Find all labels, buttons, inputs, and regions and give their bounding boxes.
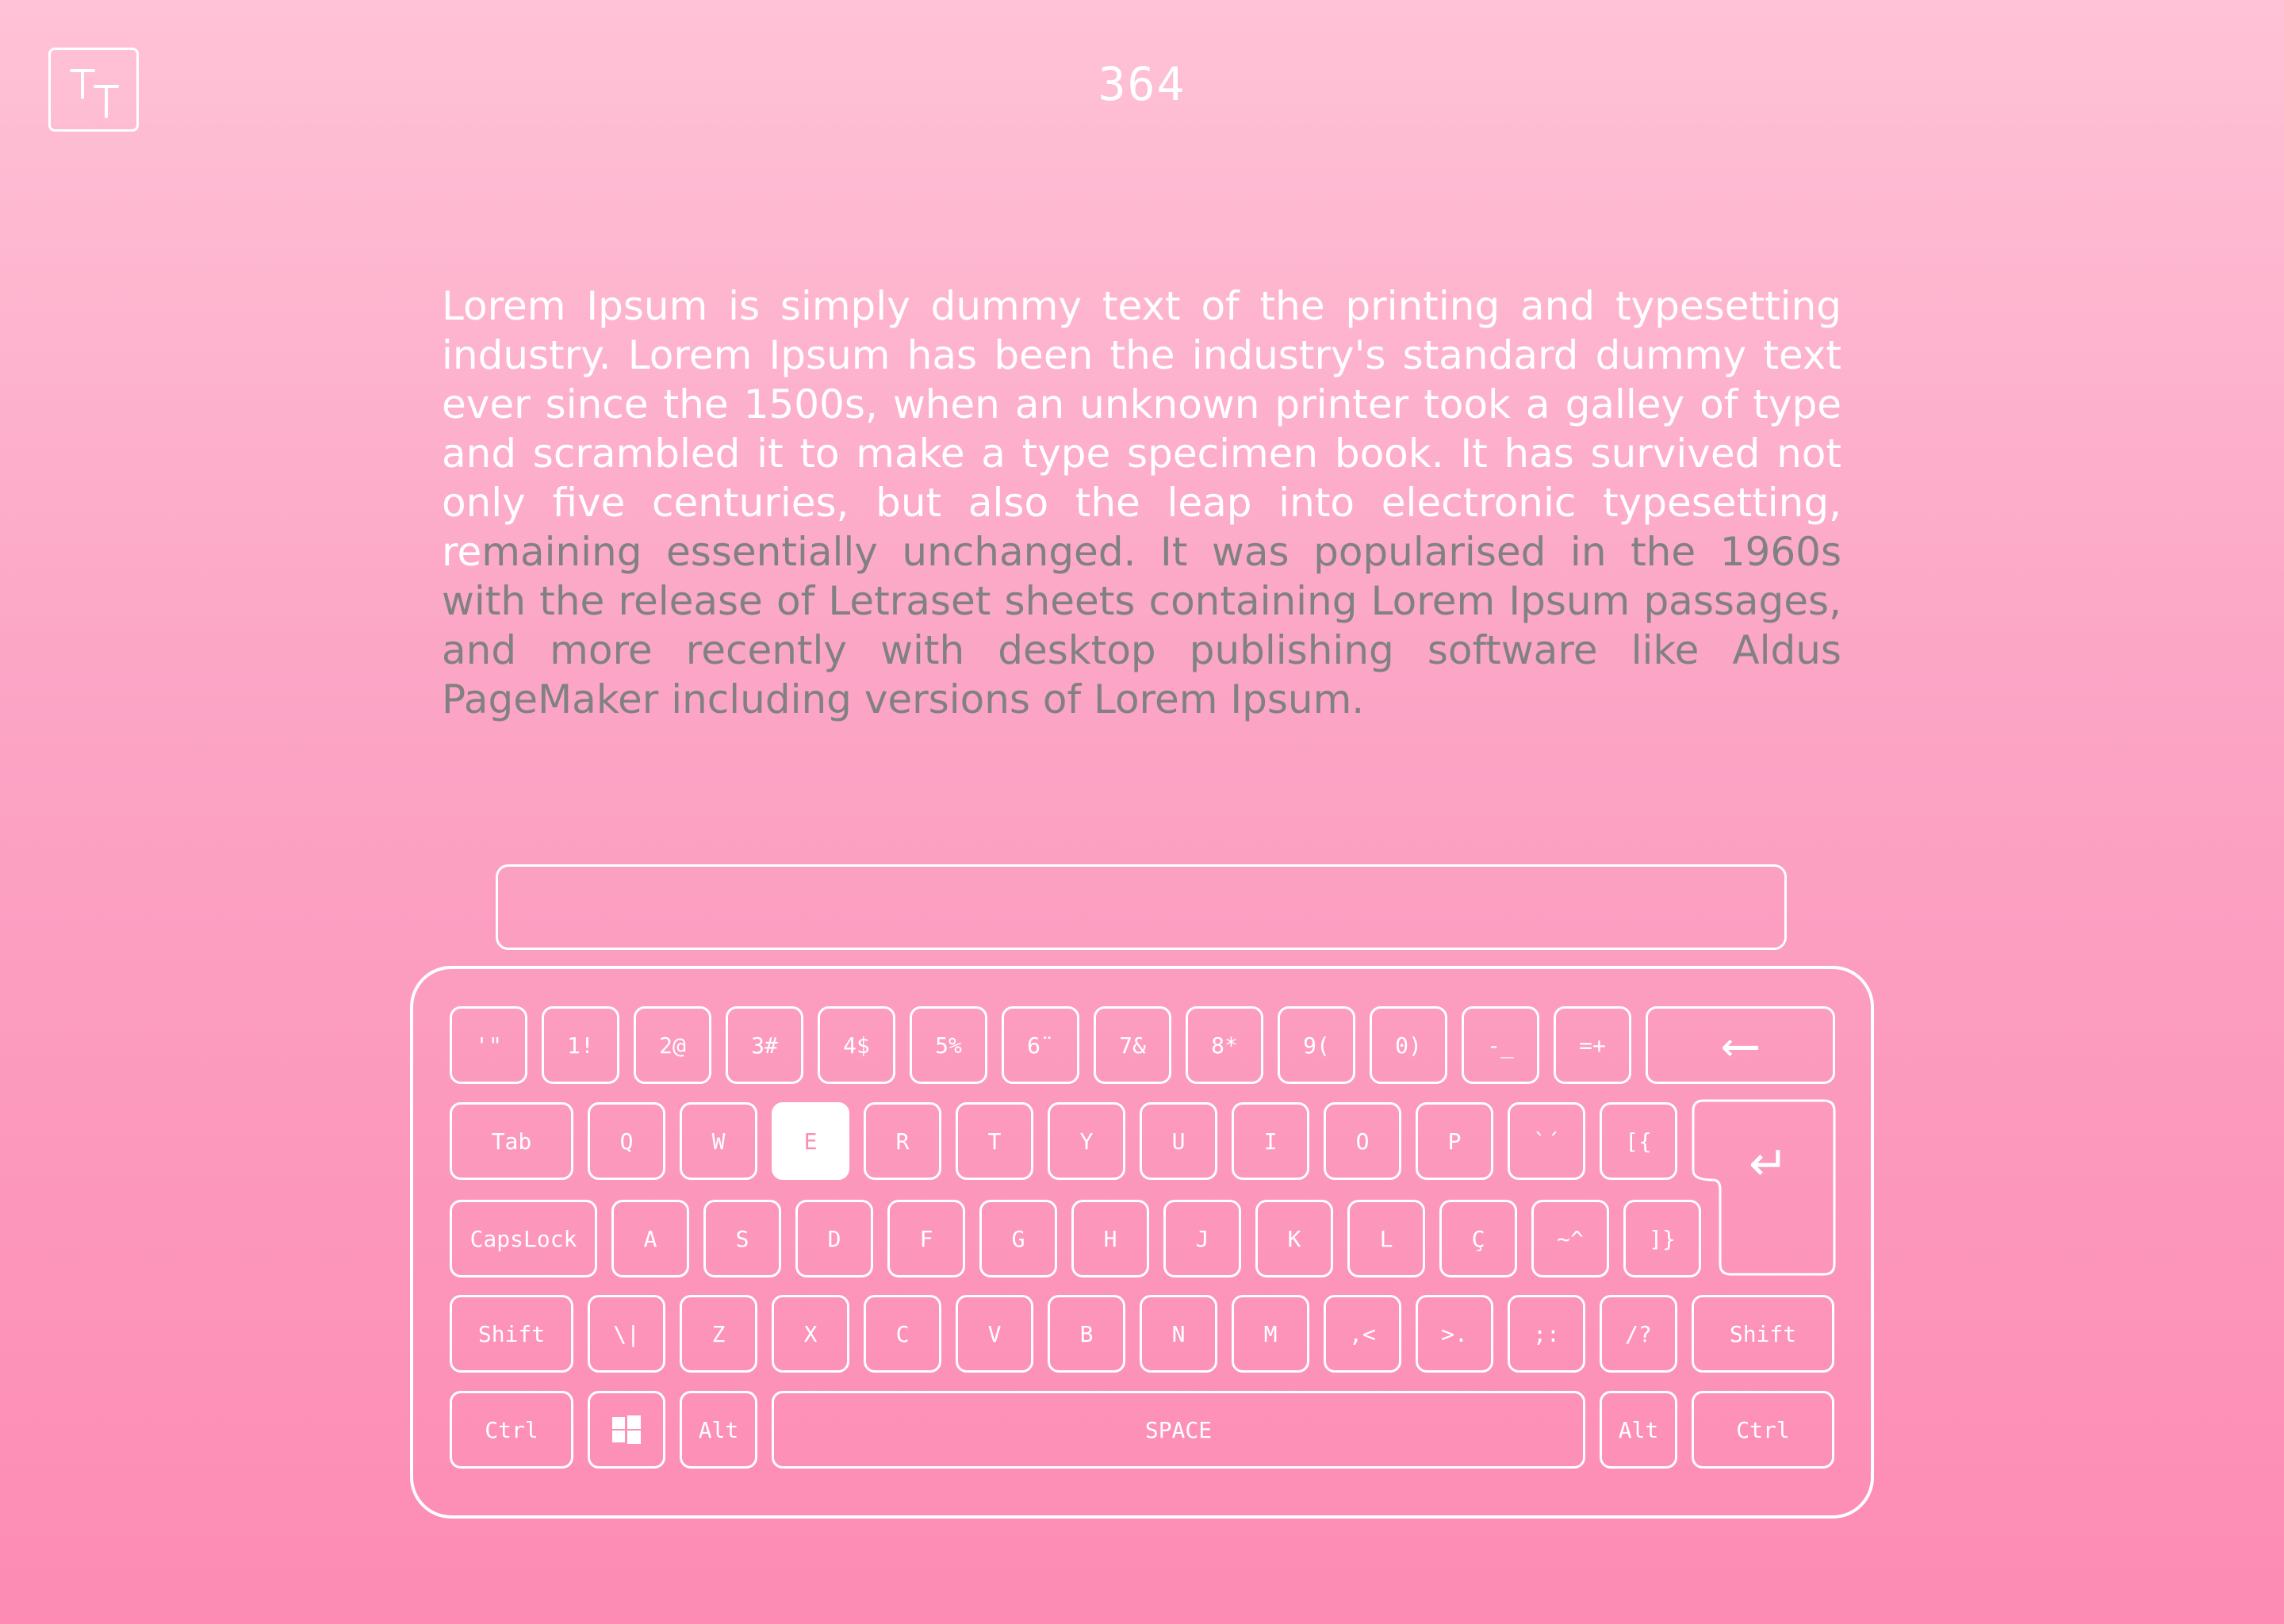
key-x[interactable]: X	[772, 1295, 849, 1373]
key-o[interactable]: O	[1324, 1102, 1401, 1180]
key-3-12[interactable]: /?	[1600, 1295, 1677, 1373]
key-0-2[interactable]: 2@	[634, 1006, 711, 1084]
alt-key[interactable]: Alt	[1600, 1391, 1677, 1469]
key-h[interactable]: H	[1071, 1200, 1149, 1277]
key-g[interactable]: G	[979, 1200, 1057, 1277]
key-0-0[interactable]: '"	[450, 1006, 527, 1084]
key-c[interactable]: C	[864, 1295, 941, 1373]
key-0-6[interactable]: 6¨	[1002, 1006, 1079, 1084]
key-0-11[interactable]: -_	[1462, 1006, 1539, 1084]
key-l[interactable]: L	[1347, 1200, 1425, 1277]
key-a[interactable]: A	[611, 1200, 689, 1277]
enter-icon: ↵	[1748, 1136, 1789, 1192]
key-0-3[interactable]: 3#	[726, 1006, 803, 1084]
space-key[interactable]: SPACE	[772, 1391, 1585, 1469]
windows-key[interactable]	[588, 1391, 665, 1469]
key-p[interactable]: P	[1416, 1102, 1493, 1180]
key-b[interactable]: B	[1048, 1295, 1125, 1373]
key-s[interactable]: S	[703, 1200, 781, 1277]
key-ç[interactable]: Ç	[1439, 1200, 1517, 1277]
shift-key[interactable]: Shift	[450, 1295, 573, 1373]
remaining-text: maining essentially unchanged. It was po…	[442, 529, 1841, 722]
key-2-11[interactable]: ~^	[1531, 1200, 1609, 1277]
ctrl-key[interactable]: Ctrl	[1692, 1391, 1834, 1469]
windows-icon	[612, 1415, 641, 1444]
key-0-5[interactable]: 5%	[910, 1006, 987, 1084]
shift-key[interactable]: Shift	[1692, 1295, 1834, 1373]
key-t[interactable]: T	[956, 1102, 1033, 1180]
key-3-9[interactable]: ,<	[1324, 1295, 1401, 1373]
key-0-1[interactable]: 1!	[542, 1006, 619, 1084]
key-0-4[interactable]: 4$	[818, 1006, 895, 1084]
key-3-1[interactable]: \|	[588, 1295, 665, 1373]
key-1-12[interactable]: [{	[1600, 1102, 1677, 1180]
key-0-9[interactable]: 9(	[1278, 1006, 1355, 1084]
capslock-key[interactable]: CapsLock	[450, 1200, 597, 1277]
key-0-7[interactable]: 7&	[1094, 1006, 1171, 1084]
typing-input[interactable]	[496, 864, 1787, 950]
typing-passage: Lorem Ipsum is simply dummy text of the …	[442, 282, 1841, 724]
key-0-8[interactable]: 8*	[1186, 1006, 1263, 1084]
tab-key[interactable]: Tab	[450, 1102, 573, 1180]
key-2-12[interactable]: ]}	[1623, 1200, 1701, 1277]
key-w[interactable]: W	[680, 1102, 757, 1180]
key-m[interactable]: M	[1232, 1295, 1309, 1373]
key-j[interactable]: J	[1163, 1200, 1241, 1277]
ctrl-key[interactable]: Ctrl	[450, 1391, 573, 1469]
key-e[interactable]: E	[772, 1102, 849, 1180]
key-k[interactable]: K	[1255, 1200, 1333, 1277]
current-character: e	[457, 529, 482, 575]
key-n[interactable]: N	[1140, 1295, 1217, 1373]
key-0-12[interactable]: =+	[1554, 1006, 1631, 1084]
key-f[interactable]: F	[887, 1200, 965, 1277]
key-d[interactable]: D	[795, 1200, 873, 1277]
key-0-10[interactable]: 0)	[1370, 1006, 1447, 1084]
key-z[interactable]: Z	[680, 1295, 757, 1373]
word-counter: 364	[1098, 57, 1186, 111]
key-1-11[interactable]: `´	[1508, 1102, 1585, 1180]
key-q[interactable]: Q	[588, 1102, 665, 1180]
key-3-11[interactable]: ;:	[1508, 1295, 1585, 1373]
key-3-10[interactable]: >.	[1416, 1295, 1493, 1373]
backspace-key[interactable]: ⟵	[1646, 1006, 1835, 1084]
key-v[interactable]: V	[956, 1295, 1033, 1373]
key-y[interactable]: Y	[1048, 1102, 1125, 1180]
key-u[interactable]: U	[1140, 1102, 1217, 1180]
key-r[interactable]: R	[864, 1102, 941, 1180]
alt-key[interactable]: Alt	[680, 1391, 757, 1469]
key-i[interactable]: I	[1232, 1102, 1309, 1180]
